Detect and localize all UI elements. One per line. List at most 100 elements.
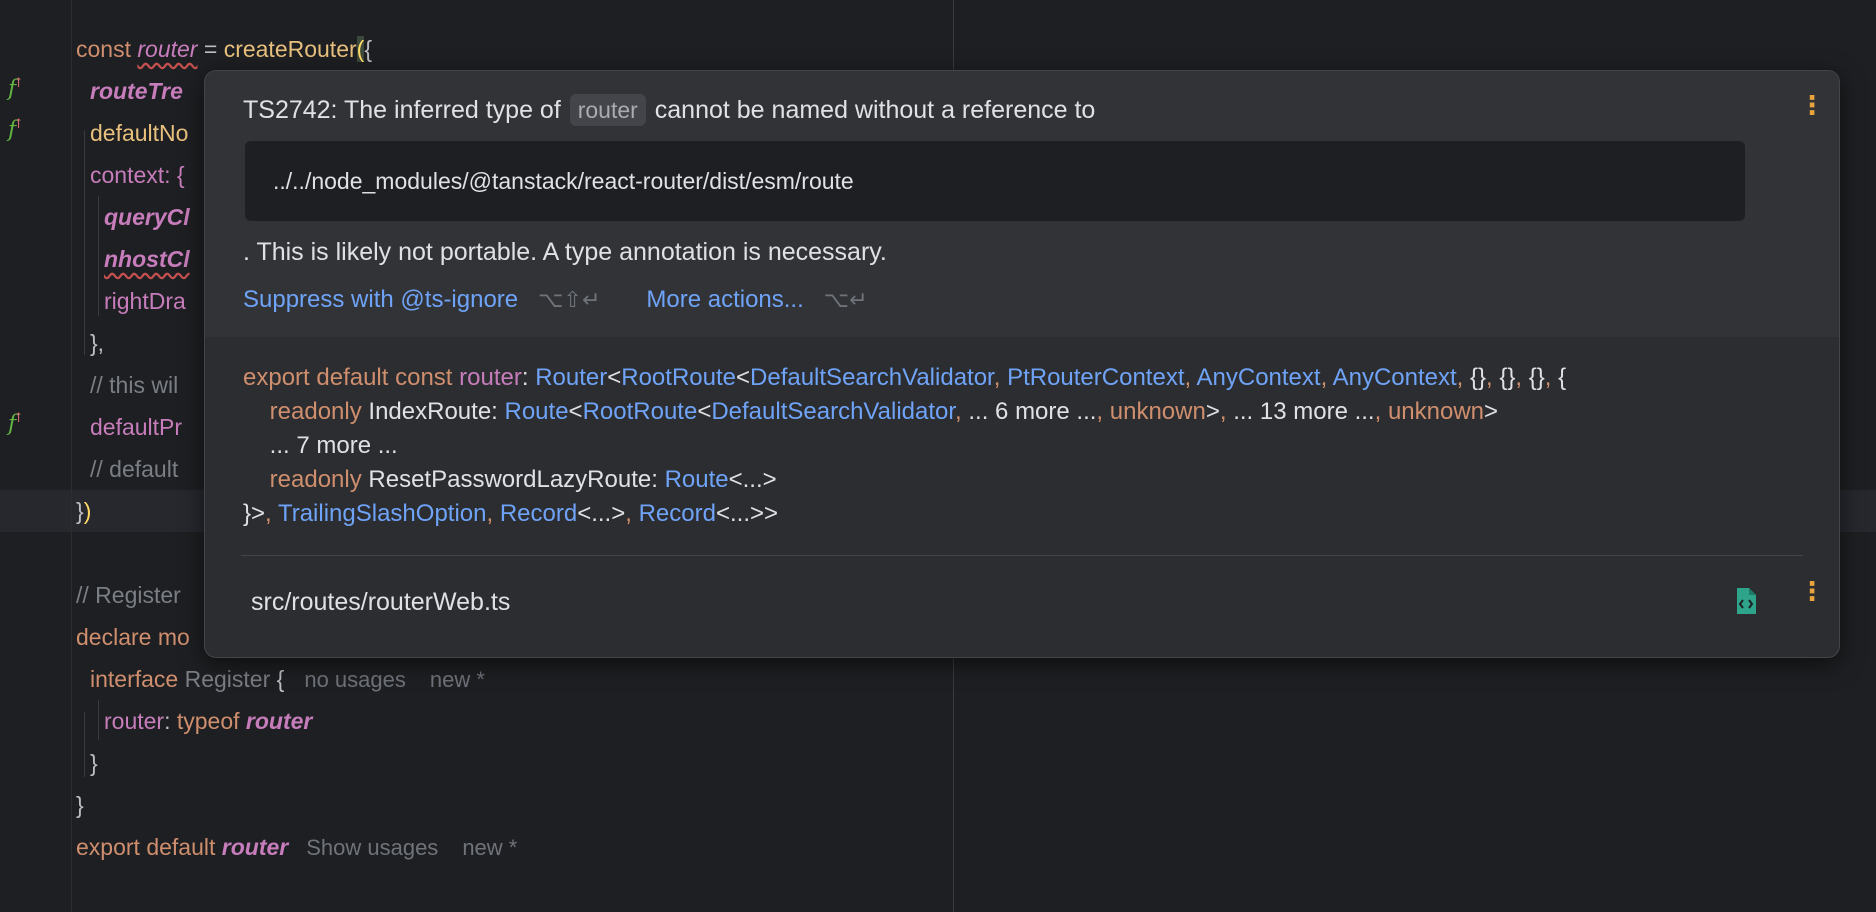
usages-hint[interactable]: no usages: [304, 667, 406, 692]
property: router: [104, 708, 165, 734]
code-line[interactable]: defaultNo: [90, 112, 188, 154]
identifier-pill: router: [569, 94, 646, 126]
indent-guide: [84, 712, 85, 777]
punct: ,: [955, 398, 969, 425]
ellipsis: ... 6 more ...: [968, 398, 1097, 425]
type-link[interactable]: AnyContext: [1197, 364, 1321, 391]
function-override-icon[interactable]: f↑: [8, 117, 24, 142]
colon: :: [164, 708, 177, 734]
indent-guide: [98, 196, 99, 316]
suppress-ts-ignore-link[interactable]: Suppress with @ts-ignore: [243, 286, 518, 313]
punct: <: [736, 364, 751, 391]
gutter-divider: [71, 0, 72, 912]
punct: <...>>: [715, 500, 779, 527]
code-line[interactable]: export default router Show usages new *: [76, 826, 517, 868]
type-link[interactable]: DefaultSearchValidator: [711, 398, 955, 425]
punct: <...>: [577, 500, 626, 527]
punct: ,: [625, 500, 639, 527]
type-link[interactable]: Route: [665, 466, 729, 493]
sig-line-2: readonly IndexRoute: Route<RootRoute<Def…: [243, 395, 1566, 429]
punct: <: [607, 364, 622, 391]
sig-line-1: export default const router: Router<Root…: [243, 361, 1566, 395]
code-line[interactable]: }: [90, 742, 98, 784]
code-line[interactable]: },: [90, 322, 104, 364]
code-line[interactable]: }): [76, 490, 91, 532]
property: defaultNo: [90, 120, 189, 146]
brace: {: [364, 36, 373, 62]
code-line[interactable]: queryCl: [104, 196, 190, 238]
code-line[interactable]: const router = createRouter({: [76, 28, 372, 70]
divider: [241, 555, 1803, 556]
brace: }: [76, 792, 84, 818]
punct: ,: [1374, 398, 1388, 425]
keyword: export default const: [243, 364, 460, 391]
sig-line-3: ... 7 more ...: [243, 432, 398, 459]
code-line[interactable]: interface Register {no usages new *: [90, 658, 485, 700]
property: routeTre: [90, 78, 183, 104]
typescript-file-icon[interactable]: [1735, 587, 1757, 615]
more-options-icon[interactable]: ⋮: [1799, 92, 1825, 118]
var-name: router: [459, 364, 522, 391]
punct: ,: [1456, 364, 1471, 391]
code-line[interactable]: // default: [90, 448, 178, 490]
type-link[interactable]: RootRoute: [583, 398, 698, 425]
code-line[interactable]: routeTre: [90, 70, 183, 112]
shortcut-hint: ⌥↵: [823, 288, 868, 313]
author-hint[interactable]: new *: [462, 835, 517, 860]
keyword: declare mo: [76, 624, 190, 650]
error-section: TS2742: The inferred type of router cann…: [205, 71, 1839, 337]
brace: }: [90, 750, 98, 776]
code-line[interactable]: // this wil: [90, 364, 178, 406]
property: queryCl: [104, 204, 190, 230]
show-usages-hint[interactable]: Show usages: [306, 835, 438, 860]
code-line[interactable]: declare mo: [76, 616, 190, 658]
punct: ,: [1515, 364, 1529, 391]
more-options-icon[interactable]: ⋮: [1799, 578, 1825, 604]
punct: {}: [1528, 364, 1545, 391]
code-line[interactable]: router: typeof router: [104, 700, 312, 742]
keyword: readonly: [243, 466, 369, 493]
function-override-icon[interactable]: f↑: [8, 76, 24, 101]
type-link[interactable]: Router: [535, 364, 607, 391]
module-path-block: ../../node_modules/@tanstack/react-route…: [245, 141, 1745, 221]
function-name: createRouter: [223, 36, 357, 62]
comment: // Register: [76, 582, 181, 608]
operator: =: [197, 36, 224, 62]
source-file-path[interactable]: src/routes/routerWeb.ts: [251, 585, 510, 619]
function-override-icon[interactable]: f↑: [8, 411, 24, 436]
keyword: unknown: [1387, 398, 1485, 425]
type-link[interactable]: PtRouterContext: [1007, 364, 1184, 391]
type-link[interactable]: TrailingSlashOption: [278, 500, 487, 527]
comment: // default: [90, 456, 179, 482]
punct: ,: [1184, 364, 1197, 391]
brace: },: [90, 330, 105, 356]
punct: <: [568, 398, 583, 425]
code-line[interactable]: // Register: [76, 574, 181, 616]
punct: >: [1205, 398, 1220, 425]
code-line[interactable]: context: {: [90, 154, 185, 196]
punct: ,: [1320, 364, 1333, 391]
more-actions-link[interactable]: More actions...: [646, 286, 803, 313]
member-name: IndexRoute:: [368, 398, 505, 425]
sig-line-5: }>, TrailingSlashOption, Record<...>, Re…: [243, 497, 1566, 531]
type-link[interactable]: Route: [505, 398, 569, 425]
author-hint[interactable]: new *: [430, 667, 485, 692]
indent-guide: [84, 130, 85, 355]
code-line[interactable]: rightDra: [104, 280, 186, 322]
type-link[interactable]: DefaultSearchValidator: [750, 364, 994, 391]
punct: ,: [993, 364, 1008, 391]
ellipsis: ... 13 more ...: [1233, 398, 1375, 425]
type-link[interactable]: Record: [500, 500, 577, 527]
code-line[interactable]: defaultPr: [90, 406, 182, 448]
type-signature: export default const router: Router<Root…: [243, 361, 1566, 531]
punct: {: [1558, 364, 1567, 391]
code-line[interactable]: }: [76, 784, 84, 826]
type-link[interactable]: RootRoute: [621, 364, 736, 391]
indent-guide: [98, 700, 99, 740]
quick-documentation-popup[interactable]: TS2742: The inferred type of router cann…: [204, 70, 1840, 658]
type-link[interactable]: Record: [639, 500, 716, 527]
quick-fix-actions: Suppress with @ts-ignore ⌥⇧↵ More actions.…: [243, 281, 914, 320]
type-link[interactable]: AnyContext: [1333, 364, 1457, 391]
code-line[interactable]: nhostCl: [104, 238, 190, 280]
comment: // this wil: [90, 372, 179, 398]
